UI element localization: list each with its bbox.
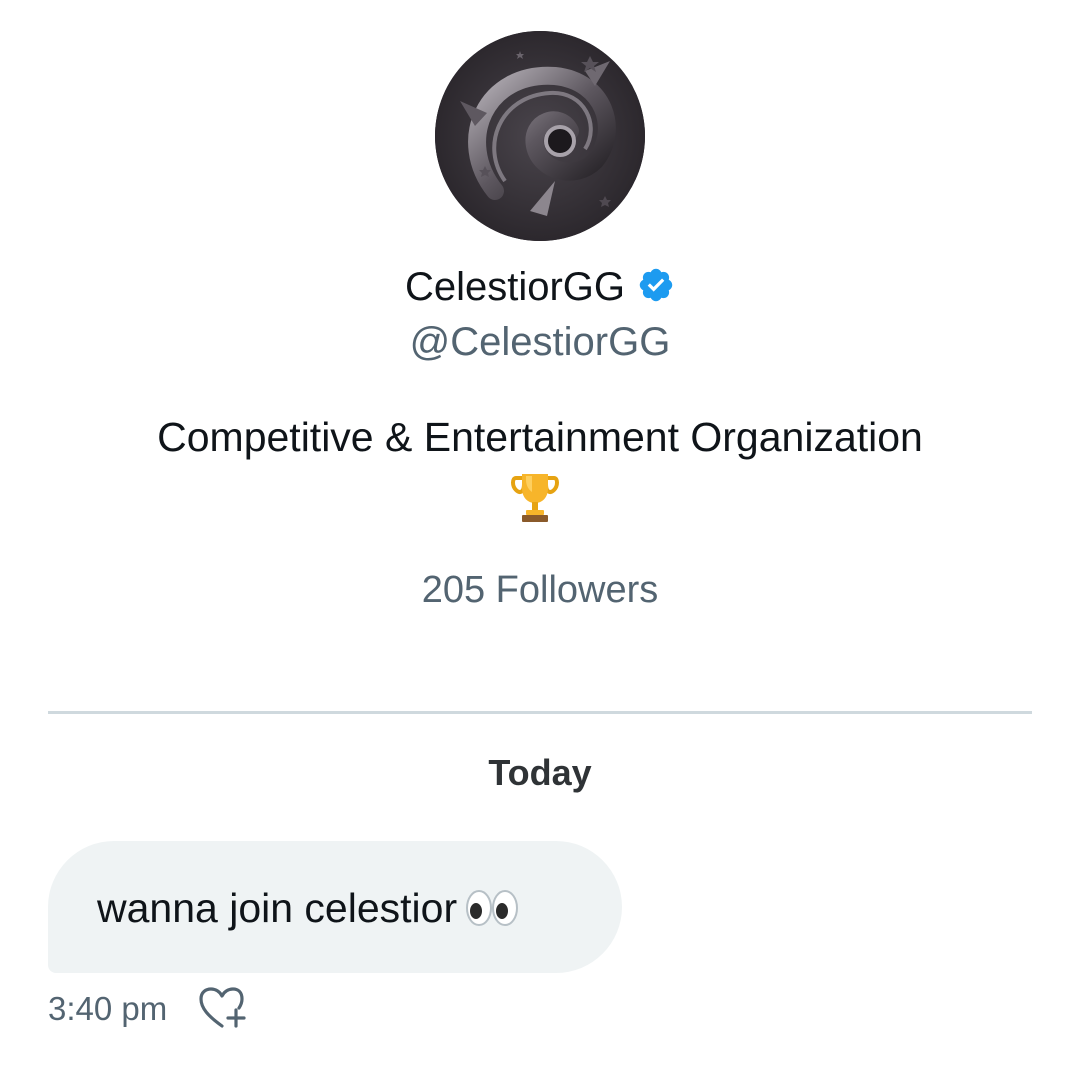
eyes-emoji-icon bbox=[465, 888, 519, 928]
display-name: CelestiorGG bbox=[404, 265, 626, 309]
trophy-emoji-icon bbox=[508, 470, 562, 524]
verified-badge-icon bbox=[637, 266, 675, 304]
message-timestamp: 3:40 pm bbox=[48, 990, 168, 1027]
followers-count[interactable]: 205 Followers bbox=[0, 566, 1080, 614]
celestior-logo-icon bbox=[435, 31, 645, 241]
avatar[interactable] bbox=[435, 31, 645, 241]
bio: Competitive & Entertainment Organization bbox=[157, 414, 923, 460]
date-separator: Today bbox=[488, 752, 592, 793]
divider bbox=[48, 711, 1032, 714]
add-reaction-heart-icon[interactable] bbox=[198, 986, 250, 1032]
message-text: wanna join celestior bbox=[97, 885, 458, 931]
display-name-row: CelestiorGG bbox=[0, 262, 1080, 312]
handle[interactable]: @CelestiorGG bbox=[0, 318, 1080, 366]
message-text-row: wanna join celestior bbox=[97, 883, 519, 933]
message-bubble[interactable]: wanna join celestior bbox=[48, 841, 622, 973]
